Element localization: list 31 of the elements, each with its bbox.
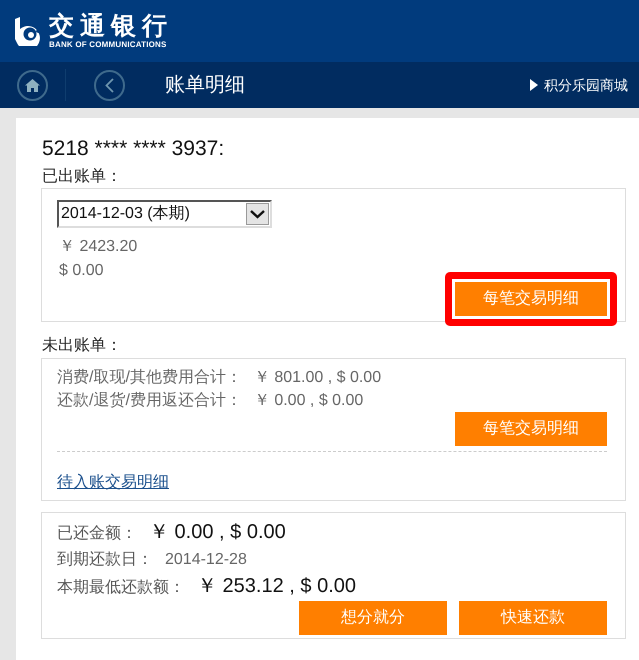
field-label: 到期还款日： <box>57 550 153 570</box>
field-label: 已还金额： <box>57 524 137 544</box>
card-number: 5218 **** **** 3937: <box>41 137 226 161</box>
section-heading: 未出账单： <box>41 336 123 356</box>
amount-text: $ 0.00 <box>58 261 104 281</box>
chevron-left-icon <box>105 78 114 92</box>
page-title: 账单明细 <box>165 73 245 98</box>
bank-logo-icon <box>15 16 43 46</box>
repayment-action-button[interactable]: 想分就分 <box>299 601 447 635</box>
home-button[interactable] <box>17 70 48 100</box>
summary-label: 消费/取现/其他费用合计： <box>57 368 242 388</box>
field-value: 2014-12-28 <box>165 550 247 570</box>
triangle-right-icon <box>530 79 538 91</box>
back-button[interactable] <box>94 70 125 100</box>
logo-english-text: BANK OF COMMUNICATIONS <box>49 40 168 49</box>
field-value: ￥ 0.00 , $ 0.00 <box>149 520 286 545</box>
field-label: 本期最低还款额： <box>57 578 185 598</box>
field-value: ￥ 253.12 , $ 0.00 <box>197 574 356 599</box>
repayment-action-button[interactable]: 快速还款 <box>459 601 607 635</box>
points-mall-link[interactable]: 积分乐园商城 <box>530 75 628 95</box>
amount-text: ￥ 2423.20 <box>58 237 138 257</box>
pending-transactions-link[interactable]: 待入账交易明细 <box>57 471 169 495</box>
home-icon <box>25 78 40 92</box>
logo-chinese-text: 交通银行 <box>49 13 173 40</box>
summary-label: 还款/退货/费用返还合计： <box>57 390 242 411</box>
transaction-details-button[interactable]: 每笔交易明细 <box>455 412 607 446</box>
period-select[interactable]: 2014-12-03 (本期) <box>57 200 272 228</box>
summary-value: ￥ 801.00 , $ 0.00 <box>254 368 382 388</box>
section-heading: 已出账单： <box>41 166 123 187</box>
summary-value: ￥ 0.00 , $ 0.00 <box>254 391 364 411</box>
transaction-details-button[interactable]: 每笔交易明细 <box>455 282 607 316</box>
